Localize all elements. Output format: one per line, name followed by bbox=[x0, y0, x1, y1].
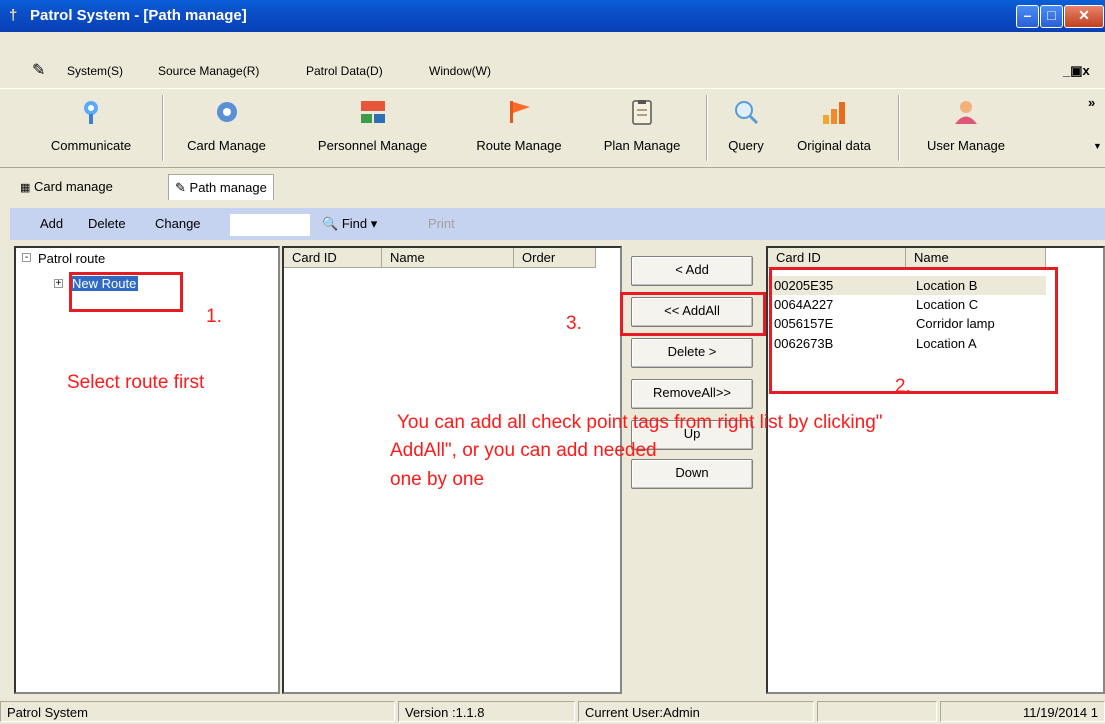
tab-bar: ▦ Card manage ✎ Path manage bbox=[0, 172, 1105, 202]
annotation-instruction-1: You can add all check point tags from ri… bbox=[397, 412, 883, 433]
status-version: Version :1.1.8 bbox=[398, 701, 575, 722]
down-button[interactable]: Down bbox=[631, 459, 753, 489]
maximize-button[interactable]: □ bbox=[1040, 5, 1063, 28]
menu-patrol-data[interactable]: Patrol Data(D) bbox=[306, 64, 383, 78]
personnel-icon bbox=[360, 101, 385, 123]
menu-bar: ✎ System(S) Source Manage(R) Patrol Data… bbox=[0, 56, 1105, 86]
annotation-step3: 3. bbox=[566, 313, 582, 334]
title-bar: † Patrol System - [Path manage] – □ ✕ bbox=[0, 0, 1105, 32]
flag-icon bbox=[510, 101, 530, 123]
communicate-icon bbox=[84, 101, 98, 124]
highlight-new-route bbox=[69, 272, 183, 312]
tree-expand-icon[interactable]: + bbox=[54, 279, 63, 289]
gear-icon bbox=[216, 102, 237, 122]
status-user: Current User:Admin bbox=[578, 701, 814, 722]
highlight-card-list bbox=[769, 267, 1058, 394]
tree-collapse-icon[interactable]: - bbox=[22, 253, 31, 263]
query-button[interactable]: Query bbox=[716, 89, 776, 167]
toolbar-dropdown-icon[interactable]: ▼ bbox=[1093, 141, 1102, 151]
delete-action[interactable]: Delete bbox=[88, 216, 126, 231]
user-manage-button[interactable]: User Manage bbox=[906, 89, 1026, 167]
status-bar: Patrol System Version :1.1.8 Current Use… bbox=[0, 698, 1105, 724]
delete-button[interactable]: Delete > bbox=[631, 338, 753, 368]
annotation-step1: 1. bbox=[206, 306, 222, 327]
close-button[interactable]: ✕ bbox=[1064, 5, 1104, 28]
tree-root-label[interactable]: Patrol route bbox=[38, 251, 105, 266]
find-button[interactable]: 🔍 Find ▾ bbox=[322, 216, 377, 232]
column-card-id[interactable]: Card ID bbox=[284, 248, 382, 268]
menu-window[interactable]: Window(W) bbox=[429, 64, 491, 78]
add-button[interactable]: < Add bbox=[631, 256, 753, 286]
bar-chart-icon bbox=[823, 102, 845, 124]
annotation-instruction-3: one by one bbox=[390, 469, 485, 490]
route-manage-button[interactable]: Route Manage bbox=[458, 89, 580, 167]
toolbar-overflow-button[interactable]: » bbox=[1088, 95, 1095, 110]
mdi-controls[interactable]: _▣x bbox=[1063, 63, 1090, 79]
status-empty bbox=[817, 701, 937, 722]
annotation-instruction-2: AddAll", or you can add needed bbox=[390, 440, 657, 461]
app-menu-icon[interactable]: ✎ bbox=[32, 60, 45, 80]
status-app: Patrol System bbox=[0, 701, 395, 722]
binoculars-icon: 🔍 bbox=[322, 216, 339, 231]
magnifier-icon bbox=[735, 101, 759, 125]
minimize-button[interactable]: – bbox=[1016, 5, 1039, 28]
tab-card-manage[interactable]: ▦ Card manage bbox=[14, 174, 119, 200]
card-icon: ▦ bbox=[20, 182, 31, 194]
route-tree: - Patrol route + New Route bbox=[14, 246, 280, 694]
toolbar: Communicate Card Manage Personnel Manage… bbox=[0, 88, 1105, 168]
clipboard-icon bbox=[632, 100, 652, 125]
app-icon: † bbox=[9, 7, 18, 24]
menu-source-manage[interactable]: Source Manage(R) bbox=[158, 64, 259, 78]
annotation-step2: 2. bbox=[895, 376, 911, 397]
highlight-add-all bbox=[620, 292, 766, 336]
annotation-select-route: Select route first bbox=[67, 372, 205, 393]
window-title: Patrol System - [Path manage] bbox=[30, 7, 247, 24]
tab-path-manage[interactable]: ✎ Path manage bbox=[168, 174, 274, 200]
change-action[interactable]: Change bbox=[155, 216, 201, 231]
add-action[interactable]: Add bbox=[40, 216, 63, 231]
status-date: 11/19/2014 1 bbox=[940, 701, 1105, 722]
personnel-manage-button[interactable]: Personnel Manage bbox=[295, 89, 450, 167]
column-name[interactable]: Name bbox=[906, 248, 1046, 268]
remove-all-button[interactable]: RemoveAll>> bbox=[631, 379, 753, 409]
original-data-button[interactable]: Original data bbox=[778, 89, 890, 167]
action-bar: Add Delete Change 🔍 Find ▾ Print bbox=[10, 208, 1105, 240]
column-name[interactable]: Name bbox=[382, 248, 514, 268]
search-input[interactable] bbox=[230, 214, 310, 236]
user-icon bbox=[955, 101, 977, 124]
communicate-button[interactable]: Communicate bbox=[26, 89, 156, 167]
plan-manage-button[interactable]: Plan Manage bbox=[586, 89, 698, 167]
path-icon: ✎ bbox=[175, 180, 186, 195]
card-manage-button[interactable]: Card Manage bbox=[170, 89, 283, 167]
menu-system[interactable]: System(S) bbox=[67, 64, 123, 78]
column-card-id[interactable]: Card ID bbox=[768, 248, 906, 268]
print-action[interactable]: Print bbox=[428, 216, 455, 231]
column-order[interactable]: Order bbox=[514, 248, 596, 268]
